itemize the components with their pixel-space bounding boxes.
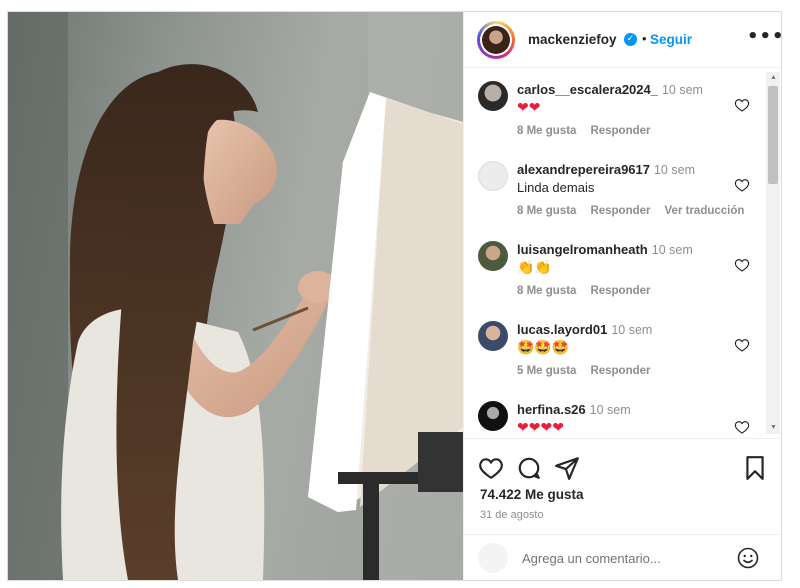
separator-dot: • bbox=[642, 31, 647, 46]
comment-time[interactable]: 10 sem bbox=[652, 243, 693, 257]
comment-input[interactable] bbox=[522, 545, 722, 571]
verified-badge-icon: ✓ bbox=[624, 33, 637, 46]
more-options-icon[interactable]: ••• bbox=[747, 26, 785, 47]
commenter-username[interactable]: carlos__escalera2024_ bbox=[517, 82, 658, 97]
comment-time[interactable]: 10 sem bbox=[611, 323, 652, 337]
comment-time[interactable]: 10 sem bbox=[590, 403, 631, 417]
commenter-avatar[interactable] bbox=[478, 81, 508, 111]
comment-time[interactable]: 10 sem bbox=[662, 83, 703, 97]
author-avatar[interactable] bbox=[477, 21, 515, 59]
reply-button[interactable]: Responder bbox=[590, 205, 650, 217]
scroll-down-arrow-icon[interactable]: ▼ bbox=[770, 424, 777, 431]
comment-time[interactable]: 10 sem bbox=[654, 163, 695, 177]
post-dialog: mackenziefoy ✓ • Seguir ••• carlos__esca… bbox=[7, 11, 785, 581]
follow-button[interactable]: Seguir bbox=[650, 32, 692, 47]
commenter-avatar[interactable] bbox=[478, 161, 508, 191]
commenter-username[interactable]: alexandrepereira9617 bbox=[517, 162, 650, 177]
comment-item: alexandrepereira9617 10 sem Linda demais … bbox=[464, 149, 764, 229]
comment-text: ❤❤ bbox=[517, 100, 541, 116]
comment-text: 🤩🤩🤩 bbox=[517, 340, 570, 356]
commenter-username[interactable]: herfina.s26 bbox=[517, 402, 586, 417]
comment-item: carlos__escalera2024_ 10 sem ❤❤ 8 Me gust… bbox=[464, 69, 764, 149]
commenter-avatar[interactable] bbox=[478, 321, 508, 351]
comment-likes[interactable]: 8 Me gusta bbox=[517, 205, 576, 217]
post-photo bbox=[8, 12, 463, 580]
scrollbar-thumb[interactable] bbox=[768, 86, 778, 184]
comment-item: luisangelromanheath 10 sem 👏👏 8 Me gusta R… bbox=[464, 229, 764, 309]
post-side-panel: mackenziefoy ✓ • Seguir ••• carlos__esca… bbox=[463, 12, 785, 580]
commenter-avatar[interactable] bbox=[478, 241, 508, 271]
smiley-icon[interactable] bbox=[736, 546, 760, 570]
comment-text: 👏👏 bbox=[517, 260, 552, 276]
painting-girl-illustration bbox=[8, 12, 463, 580]
reply-button[interactable]: Responder bbox=[590, 365, 650, 377]
comment-like-heart-icon[interactable] bbox=[734, 337, 750, 353]
post-date[interactable]: 31 de agosto bbox=[480, 509, 544, 521]
reply-button[interactable]: Responder bbox=[590, 125, 650, 137]
author-username[interactable]: mackenziefoy bbox=[528, 32, 617, 47]
commenter-username[interactable]: luisangelromanheath bbox=[517, 242, 648, 257]
comment-like-heart-icon[interactable] bbox=[734, 419, 750, 435]
comments-list[interactable]: carlos__escalera2024_ 10 sem ❤❤ 8 Me gust… bbox=[464, 69, 782, 437]
likes-count[interactable]: 74.422 Me gusta bbox=[480, 487, 584, 502]
add-comment-bar bbox=[464, 534, 782, 580]
comment-likes[interactable]: 5 Me gusta bbox=[517, 365, 576, 377]
comment-icon[interactable] bbox=[516, 455, 542, 481]
send-icon[interactable] bbox=[554, 455, 580, 481]
comment-item: lucas.layord01 10 sem 🤩🤩🤩 5 Me gusta Respo… bbox=[464, 309, 764, 389]
see-translation-button[interactable]: Ver traducción bbox=[665, 205, 745, 217]
comment-likes[interactable]: 8 Me gusta bbox=[517, 285, 576, 297]
commenter-username[interactable]: lucas.layord01 bbox=[517, 322, 607, 337]
comment-text: Linda demais bbox=[517, 180, 595, 195]
comment-item: herfina.s26 10 sem ❤❤❤❤ bbox=[464, 389, 764, 437]
comment-like-heart-icon[interactable] bbox=[734, 177, 750, 193]
post-header: mackenziefoy ✓ • Seguir ••• bbox=[464, 12, 785, 68]
current-user-avatar bbox=[478, 543, 508, 573]
scroll-up-arrow-icon[interactable]: ▲ bbox=[770, 74, 777, 81]
comment-text: ❤❤❤❤ bbox=[517, 420, 564, 436]
post-actions: 74.422 Me gusta 31 de agosto bbox=[464, 438, 782, 544]
comment-likes[interactable]: 8 Me gusta bbox=[517, 125, 576, 137]
heart-outline-icon[interactable] bbox=[478, 455, 504, 481]
bookmark-icon[interactable] bbox=[742, 455, 768, 481]
comment-like-heart-icon[interactable] bbox=[734, 97, 750, 113]
comment-like-heart-icon[interactable] bbox=[734, 257, 750, 273]
reply-button[interactable]: Responder bbox=[590, 285, 650, 297]
commenter-avatar[interactable] bbox=[478, 401, 508, 431]
